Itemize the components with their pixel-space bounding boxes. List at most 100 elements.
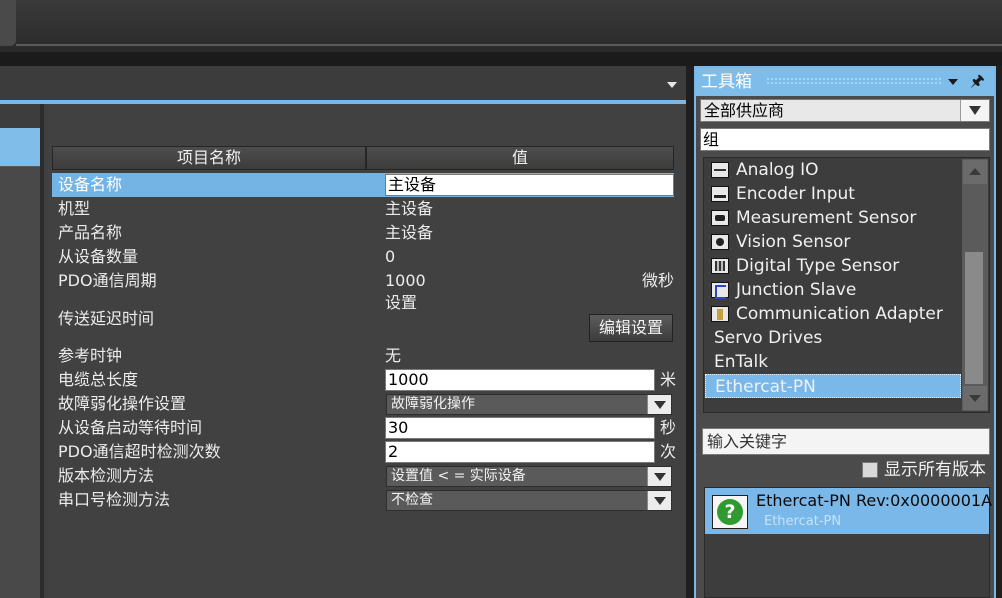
property-value: 0: [385, 247, 396, 266]
column-header-name[interactable]: 项目名称: [52, 146, 366, 170]
column-header-value[interactable]: 值: [366, 146, 674, 170]
vision-sensor-icon: [711, 234, 729, 250]
unknown-device-icon: ?: [712, 495, 748, 529]
property-row-cable-length: 电缆总长度 1000 米: [52, 368, 676, 392]
list-item-label: Measurement Sensor: [736, 208, 917, 228]
list-item-measurement-sensor[interactable]: Measurement Sensor: [705, 206, 961, 230]
list-item-label: Servo Drives: [714, 328, 823, 348]
list-item-junction-slave[interactable]: Junction Slave: [705, 278, 961, 302]
toolbar-tab[interactable]: [0, 0, 16, 46]
property-name: 机型: [58, 199, 91, 218]
list-item-label: Analog IO: [736, 160, 819, 180]
chevron-down-icon[interactable]: [647, 491, 671, 510]
measurement-sensor-icon: [711, 210, 729, 226]
show-all-versions-checkbox[interactable]: [862, 462, 878, 478]
list-item-ethercat-pn[interactable]: Ethercat-PN: [705, 374, 961, 398]
property-name: 产品名称: [58, 223, 123, 242]
property-value: 无: [385, 346, 402, 365]
property-unit: 次: [659, 442, 676, 461]
chevron-down-icon[interactable]: [647, 395, 671, 414]
keyword-search-input[interactable]: 输入关键字: [702, 428, 990, 455]
device-tree-header: [0, 104, 40, 128]
list-item-label: Ethercat-PN: [715, 377, 816, 397]
group-filter-input[interactable]: 组: [700, 128, 990, 151]
startup-wait-input[interactable]: 30: [385, 417, 655, 439]
show-all-versions-label[interactable]: 显示所有版本: [884, 459, 986, 481]
property-row-device-name[interactable]: 设备名称 主设备: [52, 173, 674, 197]
toolbar-gap: [0, 52, 1002, 66]
property-row-reference-clock: 参考时钟 无: [52, 344, 674, 368]
property-unit: 米: [659, 370, 676, 389]
tab-list-dropdown-icon[interactable]: [667, 82, 677, 88]
property-row-fail-soft: 故障弱化操作设置 故障弱化操作: [52, 392, 674, 416]
communication-adapter-icon: [711, 306, 729, 322]
property-name: PDO通信超时检测次数: [58, 442, 221, 461]
property-value: 1000: [385, 271, 426, 290]
revision-check-select[interactable]: 设置值 < = 实际设备: [386, 466, 672, 487]
editor-tab-bar: [0, 66, 686, 100]
property-name: 故障弱化操作设置: [58, 394, 187, 413]
property-row-transfer-delay: 传送延迟时间 设置: [52, 293, 674, 345]
panel-splitter[interactable]: [40, 104, 44, 598]
device-tree-selected-node[interactable]: [0, 128, 40, 166]
fail-soft-select[interactable]: 故障弱化操作: [386, 394, 672, 415]
device-name-input[interactable]: 主设备: [385, 174, 674, 196]
chevron-down-icon[interactable]: [960, 100, 989, 121]
list-item-label: Vision Sensor: [736, 232, 851, 252]
property-name: PDO通信周期: [58, 271, 157, 290]
toolbar-divider: [16, 44, 1002, 46]
property-unit: 秒: [659, 418, 676, 437]
property-name: 版本检测方法: [58, 466, 155, 485]
property-row-revision-check: 版本检测方法 设置值 < = 实际设备: [52, 464, 674, 488]
vendor-filter-select[interactable]: 全部供应商: [700, 99, 990, 122]
toolbox-title: 工具箱: [701, 72, 752, 92]
encoder-input-icon: [711, 186, 729, 202]
device-result-name: Ethercat-PN Rev:0x0000001A: [756, 491, 993, 510]
list-item-communication-adapter[interactable]: Communication Adapter: [705, 302, 961, 326]
property-name: 传送延迟时间: [58, 309, 155, 328]
property-row-product-name: 产品名称 主设备: [52, 221, 674, 245]
property-value: 主设备: [385, 199, 434, 218]
list-item-vision-sensor[interactable]: Vision Sensor: [705, 230, 961, 254]
property-name: 电缆总长度: [58, 370, 139, 389]
property-name: 设备名称: [58, 175, 123, 194]
list-item-entalk[interactable]: EnTalk: [705, 350, 961, 374]
property-value: 设置: [385, 293, 418, 312]
list-item-servo-drives[interactable]: Servo Drives: [705, 326, 961, 350]
list-item-label: Junction Slave: [736, 280, 857, 300]
edit-settings-button[interactable]: 编辑设置: [589, 314, 673, 342]
chevron-down-icon[interactable]: [647, 467, 671, 486]
property-name: 串口号检测方法: [58, 490, 171, 509]
list-item-label: Communication Adapter: [736, 304, 943, 324]
question-mark-icon: ?: [717, 499, 743, 525]
property-row-serial-check: 串口号检测方法 不检查: [52, 488, 674, 512]
serial-check-select[interactable]: 不检查: [386, 490, 672, 511]
property-unit: 微秒: [641, 271, 674, 290]
property-row-pdo-timeout-count: PDO通信超时检测次数 2 次: [52, 440, 676, 464]
list-item-digital-type-sensor[interactable]: Digital Type Sensor: [705, 254, 961, 278]
property-name: 从设备启动等待时间: [58, 418, 203, 437]
select-value: 设置值 < = 实际设备: [391, 468, 526, 484]
property-row-model: 机型 主设备: [52, 197, 674, 221]
select-value: 不检查: [391, 492, 433, 508]
timeout-count-input[interactable]: 2: [385, 441, 655, 463]
pin-icon[interactable]: 🖈: [970, 72, 985, 90]
scrollbar-thumb[interactable]: [965, 252, 983, 384]
device-result-subtitle: Ethercat-PN: [764, 514, 842, 529]
list-item-label: EnTalk: [714, 352, 769, 372]
property-name: 参考时钟: [58, 346, 123, 365]
property-value: 主设备: [385, 223, 434, 242]
drag-grip[interactable]: [766, 77, 942, 85]
scroll-down-icon[interactable]: [963, 386, 987, 410]
select-value: 故障弱化操作: [391, 396, 475, 412]
cable-length-input[interactable]: 1000: [385, 369, 655, 391]
list-item-analog-io[interactable]: Analog IO: [705, 158, 961, 182]
device-tree-area: [0, 166, 40, 598]
list-item-label: Digital Type Sensor: [736, 256, 900, 276]
window-position-dropdown-icon[interactable]: [948, 79, 958, 85]
editor-active-bar: [0, 100, 686, 104]
analog-io-icon: [711, 162, 729, 178]
list-item-encoder-input[interactable]: Encoder Input: [705, 182, 961, 206]
property-row-slave-count: 从设备数量 0: [52, 245, 674, 269]
scroll-up-icon[interactable]: [963, 160, 987, 184]
